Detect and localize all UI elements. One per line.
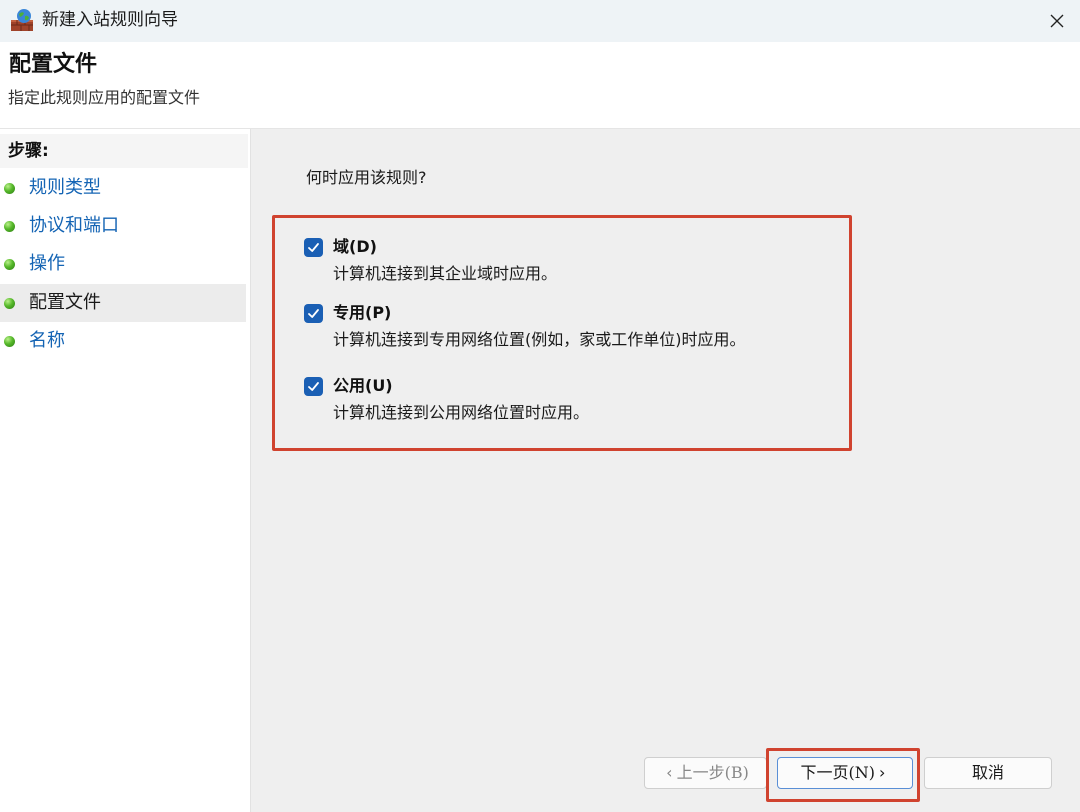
chevron-right-icon: ›: [879, 763, 886, 782]
sidebar-item-label: 操作: [29, 253, 65, 274]
window-title: 新建入站规则向导: [42, 10, 178, 30]
option-label[interactable]: 域(D): [333, 236, 377, 258]
next-button-label: 下一页(N): [800, 763, 876, 782]
page-subtitle: 指定此规则应用的配置文件: [8, 88, 201, 107]
back-button-label: 上一步(B): [676, 763, 749, 782]
back-button[interactable]: ‹ 上一步(B): [644, 757, 767, 789]
sidebar-item-rule-type[interactable]: 规则类型: [0, 169, 246, 207]
option-description: 计算机连接到专用网络位置(例如，家或工作单位)时应用。: [333, 330, 746, 349]
private-checkbox[interactable]: [304, 304, 323, 323]
steps-header: 步骤:: [0, 134, 248, 168]
close-icon: [1050, 14, 1064, 28]
page-title: 配置文件: [9, 52, 98, 77]
checkmark-icon: [308, 243, 319, 252]
domain-checkbox[interactable]: [304, 238, 323, 257]
sidebar-item-profile[interactable]: 配置文件: [0, 284, 246, 322]
option-label[interactable]: 公用(U): [333, 375, 393, 397]
green-bullet-icon: [4, 221, 15, 232]
option-description: 计算机连接到公用网络位置时应用。: [333, 403, 590, 422]
options-highlight-box: 域(D) 计算机连接到其企业域时应用。 专用(P) 计算机连接到专用网络位置(例…: [272, 215, 852, 451]
chevron-left-icon: ‹: [666, 763, 673, 782]
sidebar-item-label: 配置文件: [29, 292, 101, 313]
green-bullet-icon: [4, 259, 15, 270]
main-content: 何时应用该规则? 域(D) 计算机连接到其企业域时应用。 专用(P) 计算机连接…: [251, 129, 1080, 812]
checkmark-icon: [308, 382, 319, 391]
wizard-window: 新建入站规则向导 配置文件 指定此规则应用的配置文件 步骤: 规则类型 协议和端…: [0, 0, 1080, 812]
next-button[interactable]: 下一页(N) ›: [777, 757, 913, 789]
question-text: 何时应用该规则?: [306, 168, 427, 187]
close-button[interactable]: [1034, 0, 1080, 42]
sidebar-item-label: 名称: [29, 330, 65, 351]
green-bullet-icon: [4, 336, 15, 347]
option-description: 计算机连接到其企业域时应用。: [333, 264, 558, 283]
public-checkbox[interactable]: [304, 377, 323, 396]
title-bar: 新建入站规则向导: [0, 0, 1080, 42]
steps-label: 步骤:: [8, 141, 49, 161]
firewall-globe-icon: [11, 9, 33, 31]
sidebar-item-protocol-ports[interactable]: 协议和端口: [0, 207, 246, 245]
sidebar-item-label: 规则类型: [29, 177, 101, 198]
sidebar-item-name[interactable]: 名称: [0, 322, 246, 360]
sidebar-item-action[interactable]: 操作: [0, 245, 246, 283]
cancel-button-label: 取消: [971, 763, 1004, 782]
green-bullet-icon: [4, 298, 15, 309]
checkmark-icon: [308, 309, 319, 318]
steps-sidebar: 步骤: 规则类型 协议和端口 操作 配置文件 名称: [0, 129, 251, 812]
page-header: 配置文件 指定此规则应用的配置文件: [0, 42, 1080, 129]
sidebar-item-label: 协议和端口: [29, 215, 119, 236]
option-label[interactable]: 专用(P): [333, 302, 391, 324]
green-bullet-icon: [4, 183, 15, 194]
cancel-button[interactable]: 取消: [924, 757, 1052, 789]
